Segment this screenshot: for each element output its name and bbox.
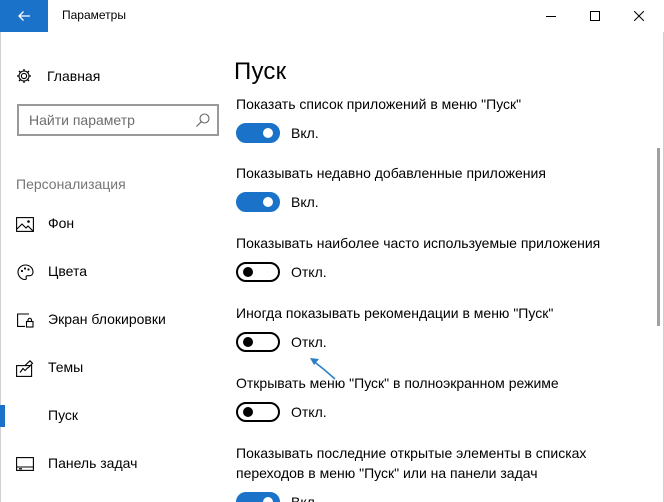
close-icon	[634, 11, 644, 21]
sidebar: Главная Персонализация Фон Цвета Экран б…	[0, 32, 230, 502]
setting-title: Показать список приложений в меню "Пуск"	[236, 96, 522, 112]
toggle-switch[interactable]	[236, 332, 280, 352]
search-box[interactable]	[17, 104, 219, 136]
main-content: Пуск Показать список приложений в меню "…	[232, 32, 652, 502]
toggle-state: Вкл.	[291, 125, 319, 141]
back-button[interactable]	[0, 0, 48, 32]
toggle-switch[interactable]	[236, 123, 280, 143]
toggle-knob	[243, 407, 253, 417]
setting-recent-jump-lists: Показывать последние открытые элементы в…	[236, 443, 616, 502]
palette-icon	[16, 263, 34, 280]
toggle-state: Откл.	[291, 264, 327, 280]
sidebar-item-label: Цвета	[48, 263, 87, 279]
start-icon	[16, 408, 34, 424]
setting-show-app-list: Показать список приложений в меню "Пуск"…	[236, 94, 636, 143]
minimize-icon	[546, 16, 556, 17]
close-button[interactable]	[616, 0, 662, 32]
sidebar-item-colors[interactable]: Цвета	[0, 252, 230, 292]
setting-title: Открывать меню "Пуск" в полноэкранном ре…	[236, 375, 559, 391]
annotation-arrow-icon	[310, 358, 336, 380]
setting-title: Показывать наиболее часто используемые п…	[236, 235, 601, 251]
toggle-switch[interactable]	[236, 402, 280, 422]
search-input[interactable]	[19, 106, 189, 134]
setting-fullscreen-start: Открывать меню "Пуск" в полноэкранном ре…	[236, 373, 636, 422]
sidebar-item-themes[interactable]: Темы	[0, 348, 230, 388]
toggle-knob	[263, 497, 273, 502]
search-icon[interactable]	[195, 112, 211, 133]
taskbar-icon	[16, 456, 34, 472]
sidebar-item-background[interactable]: Фон	[0, 204, 230, 244]
lock-screen-icon	[16, 312, 34, 328]
setting-most-used: Показывать наиболее часто используемые п…	[236, 233, 636, 282]
sidebar-item-label: Пуск	[48, 407, 79, 423]
setting-suggestions: Иногда показывать рекомендации в меню "П…	[236, 303, 636, 352]
minimize-button[interactable]	[528, 0, 574, 32]
toggle-knob	[263, 128, 273, 138]
page-title: Пуск	[234, 58, 287, 85]
setting-recently-added: Показывать недавно добавленные приложени…	[236, 163, 636, 212]
toggle-knob	[243, 337, 253, 347]
sidebar-item-label: Фон	[48, 215, 75, 231]
scrollbar-thumb[interactable]	[657, 148, 660, 326]
sidebar-item-label: Панель задач	[48, 455, 138, 471]
toggle-switch[interactable]	[236, 492, 280, 502]
gear-icon	[16, 68, 32, 84]
sidebar-item-label: Экран блокировки	[48, 311, 166, 327]
window-title: Параметры	[62, 8, 126, 22]
toggle-state: Откл.	[291, 404, 327, 420]
sidebar-item-taskbar[interactable]: Панель задач	[0, 444, 230, 484]
toggle-knob	[263, 197, 273, 207]
section-title: Персонализация	[16, 176, 126, 192]
themes-icon	[16, 359, 34, 377]
sidebar-item-label: Темы	[48, 359, 84, 375]
image-icon	[16, 216, 34, 232]
toggle-switch[interactable]	[236, 262, 280, 282]
sidebar-item-lock-screen[interactable]: Экран блокировки	[0, 300, 230, 340]
toggle-knob	[243, 267, 253, 277]
maximize-button[interactable]	[572, 0, 618, 32]
active-indicator	[0, 405, 5, 427]
setting-title: Иногда показывать рекомендации в меню "П…	[236, 305, 554, 321]
toggle-switch[interactable]	[236, 192, 280, 212]
sidebar-item-home[interactable]: Главная	[16, 66, 100, 86]
setting-title: Показывать последние открытые элементы в…	[236, 445, 587, 481]
sidebar-item-start[interactable]: Пуск	[0, 396, 230, 436]
arrow-left-icon	[18, 11, 30, 21]
maximize-icon	[590, 11, 600, 21]
setting-title: Показывать недавно добавленные приложени…	[236, 165, 546, 181]
sidebar-item-home-label: Главная	[47, 68, 101, 84]
toggle-state: Вкл.	[291, 494, 319, 502]
toggle-state: Вкл.	[291, 194, 319, 210]
title-bar: Параметры	[0, 0, 664, 32]
